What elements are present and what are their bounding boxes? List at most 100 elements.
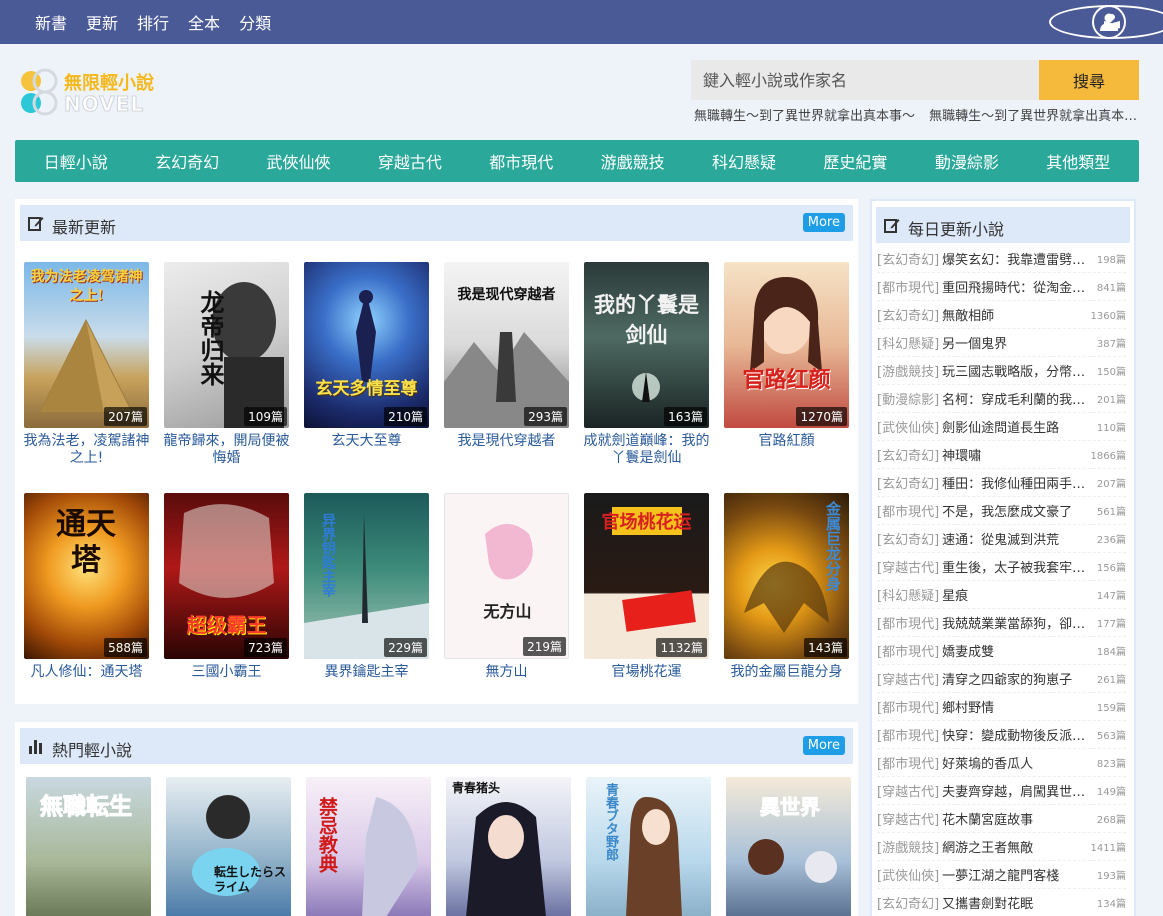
- book-title[interactable]: 我為法老，凌駕諸神之上!: [19, 433, 154, 467]
- list-item-category[interactable]: [玄幻奇幻]: [877, 473, 939, 492]
- category-link[interactable]: 動漫綜影: [935, 149, 999, 173]
- list-item[interactable]: [穿越古代] 花木蘭宮庭故事 268篇: [877, 805, 1126, 833]
- list-item-category[interactable]: [都市現代]: [877, 501, 939, 520]
- list-item-title[interactable]: 又攜書劍對花眠: [942, 893, 1094, 912]
- list-item-title[interactable]: 清穿之四爺家的狗崽子: [942, 669, 1094, 688]
- list-item-title[interactable]: 一夢江湖之龍門客棧: [942, 865, 1094, 884]
- list-item-title[interactable]: 鄉村野情: [942, 697, 1094, 716]
- list-item[interactable]: [都市現代] 快穿：變成動物後反派… 563篇: [877, 721, 1126, 749]
- list-item-title[interactable]: 夫妻齊穿越，肩闖異世…: [942, 781, 1094, 800]
- list-item-title[interactable]: 神環嘯: [942, 445, 1087, 464]
- book-title[interactable]: 我是現代穿越者: [439, 433, 574, 450]
- list-item-category[interactable]: [穿越古代]: [877, 781, 939, 800]
- book-title[interactable]: 無方山: [439, 664, 574, 681]
- list-item-title[interactable]: 速通：從鬼滅到洪荒: [942, 529, 1094, 548]
- book-cover[interactable]: 金属巨龙分身 143篇: [724, 493, 849, 659]
- list-item-title[interactable]: 花木蘭宮庭故事: [942, 809, 1094, 828]
- topnav-new-books[interactable]: 新書: [35, 10, 67, 34]
- list-item-category[interactable]: [玄幻奇幻]: [877, 249, 939, 268]
- category-link[interactable]: 玄幻奇幻: [155, 149, 219, 173]
- topnav-completed[interactable]: 全本: [188, 10, 220, 34]
- list-item[interactable]: [都市現代] 我兢兢業業當舔狗，卻… 177篇: [877, 609, 1126, 637]
- book-title[interactable]: 官路紅顏: [719, 433, 854, 450]
- book-cover[interactable]: 我为法老凌驾诸神之上! 207篇: [24, 262, 149, 428]
- book-title[interactable]: 凡人修仙：通天塔: [19, 664, 154, 681]
- book-title[interactable]: 成就劍道巔峰：我的丫鬟是劍仙: [579, 433, 714, 467]
- list-item-category[interactable]: [武俠仙俠]: [877, 417, 939, 436]
- book-cover[interactable]: 通天塔 588篇: [24, 493, 149, 659]
- book-cover[interactable]: 超级霸王 723篇: [164, 493, 289, 659]
- user-icon[interactable]: [1092, 5, 1126, 39]
- list-item-title[interactable]: 玩三國志戰略版，分幣…: [942, 361, 1094, 380]
- list-item-category[interactable]: [都市現代]: [877, 613, 939, 632]
- list-item-title[interactable]: 劍影仙途問道長生路: [942, 417, 1094, 436]
- book-cover[interactable]: 異世界: [726, 777, 851, 916]
- category-link[interactable]: 穿越古代: [378, 149, 442, 173]
- list-item[interactable]: [科幻懸疑] 另一個鬼界 387篇: [877, 329, 1126, 357]
- list-item-title[interactable]: 快穿：變成動物後反派…: [942, 725, 1094, 744]
- list-item-title[interactable]: 重生後，太子被我套牢…: [942, 557, 1094, 576]
- list-item-category[interactable]: [都市現代]: [877, 277, 939, 296]
- book-title[interactable]: 官場桃花運: [579, 664, 714, 681]
- list-item-title[interactable]: 另一個鬼界: [942, 333, 1094, 352]
- hotword-link[interactable]: 無職轉生～到了異世界就拿出真本事～: [929, 109, 1139, 124]
- list-item-title[interactable]: 爆笑玄幻：我靠遭雷劈…: [942, 249, 1094, 268]
- list-item-category[interactable]: [玄幻奇幻]: [877, 445, 939, 464]
- book-cover[interactable]: 無職転生: [26, 777, 151, 916]
- list-item-category[interactable]: [玄幻奇幻]: [877, 305, 939, 324]
- search-input[interactable]: [691, 60, 1039, 100]
- category-link[interactable]: 日輕小說: [44, 149, 108, 173]
- list-item[interactable]: [玄幻奇幻] 神環嘯 1866篇: [877, 441, 1126, 469]
- book-title[interactable]: 我的金屬巨龍分身: [719, 664, 854, 681]
- list-item-category[interactable]: [游戲競技]: [877, 837, 939, 856]
- book-cover[interactable]: 我是现代穿越者 293篇: [444, 262, 569, 428]
- list-item[interactable]: [都市現代] 不是，我怎麼成文豪了 561篇: [877, 497, 1126, 525]
- more-button[interactable]: More: [802, 736, 845, 755]
- list-item-category[interactable]: [都市現代]: [877, 725, 939, 744]
- list-item[interactable]: [都市現代] 重回飛揚時代：從淘金… 841篇: [877, 273, 1126, 301]
- book-cover[interactable]: 青春猪头: [446, 777, 571, 916]
- site-logo[interactable]: 無限輕小說 NOVEL: [17, 68, 167, 117]
- list-item[interactable]: [穿越古代] 夫妻齊穿越，肩闖異世… 149篇: [877, 777, 1126, 805]
- list-item-category[interactable]: [穿越古代]: [877, 669, 939, 688]
- category-link[interactable]: 游戲競技: [601, 149, 665, 173]
- list-item[interactable]: [游戲競技] 網游之王者無敵 1411篇: [877, 833, 1126, 861]
- list-item-title[interactable]: 不是，我怎麼成文豪了: [942, 501, 1094, 520]
- hotword-link[interactable]: 無職轉生～到了異世界就拿出真本事～: [694, 109, 915, 124]
- list-item[interactable]: [武俠仙俠] 一夢江湖之龍門客棧 193篇: [877, 861, 1126, 889]
- book-cover[interactable]: 玄天多情至尊 210篇: [304, 262, 429, 428]
- book-cover[interactable]: 龙帝归来 109篇: [164, 262, 289, 428]
- list-item[interactable]: [都市現代] 好萊塢的香瓜人 823篇: [877, 749, 1126, 777]
- category-link[interactable]: 武俠仙俠: [266, 149, 330, 173]
- list-item[interactable]: [玄幻奇幻] 又攜書劍對花眠 134篇: [877, 889, 1126, 916]
- topnav-categories[interactable]: 分類: [239, 10, 271, 34]
- book-cover[interactable]: 我的丫鬟是剑仙 163篇: [584, 262, 709, 428]
- list-item[interactable]: [穿越古代] 重生後，太子被我套牢… 156篇: [877, 553, 1126, 581]
- category-link[interactable]: 都市現代: [489, 149, 553, 173]
- list-item-category[interactable]: [都市現代]: [877, 697, 939, 716]
- topnav-ranking[interactable]: 排行: [137, 10, 169, 34]
- list-item[interactable]: [游戲競技] 玩三國志戰略版，分幣… 150篇: [877, 357, 1126, 385]
- list-item-title[interactable]: 種田：我修仙種田兩手…: [942, 473, 1094, 492]
- list-item-title[interactable]: 星痕: [942, 585, 1094, 604]
- book-cover[interactable]: 禁忌教典: [306, 777, 431, 916]
- list-item-title[interactable]: 我兢兢業業當舔狗，卻…: [942, 613, 1094, 632]
- list-item[interactable]: [玄幻奇幻] 爆笑玄幻：我靠遭雷劈… 198篇: [877, 245, 1126, 273]
- more-button[interactable]: More: [802, 213, 845, 232]
- list-item[interactable]: [科幻懸疑] 星痕 147篇: [877, 581, 1126, 609]
- category-link[interactable]: 其他類型: [1046, 149, 1110, 173]
- list-item-category[interactable]: [科幻懸疑]: [877, 585, 939, 604]
- list-item-category[interactable]: [穿越古代]: [877, 557, 939, 576]
- book-cover[interactable]: 官路红颜 1270篇: [724, 262, 849, 428]
- book-title[interactable]: 玄天大至尊: [299, 433, 434, 450]
- list-item-category[interactable]: [玄幻奇幻]: [877, 529, 939, 548]
- list-item-category[interactable]: [都市現代]: [877, 753, 939, 772]
- list-item-title[interactable]: 好萊塢的香瓜人: [942, 753, 1094, 772]
- book-title[interactable]: 異界鑰匙主宰: [299, 664, 434, 681]
- book-cover[interactable]: 异界钥匙主宰 229篇: [304, 493, 429, 659]
- list-item-title[interactable]: 網游之王者無敵: [942, 837, 1087, 856]
- list-item[interactable]: [玄幻奇幻] 速通：從鬼滅到洪荒 236篇: [877, 525, 1126, 553]
- list-item-category[interactable]: [游戲競技]: [877, 361, 939, 380]
- category-link[interactable]: 歷史紀實: [823, 149, 887, 173]
- list-item[interactable]: [武俠仙俠] 劍影仙途問道長生路 110篇: [877, 413, 1126, 441]
